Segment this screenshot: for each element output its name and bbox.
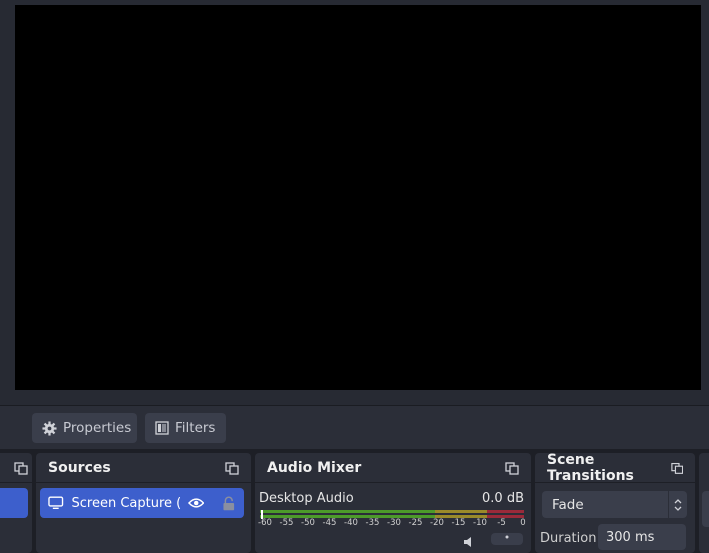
undock-icon[interactable] — [505, 461, 519, 475]
controls-button[interactable] — [702, 491, 709, 527]
sources-dock: Sources Screen Capture (Pi — [36, 453, 251, 553]
undock-icon[interactable] — [670, 461, 683, 475]
filters-label: Filters — [175, 420, 216, 436]
scenes-dock — [0, 453, 32, 553]
preview-canvas[interactable] — [15, 5, 701, 390]
transition-selected: Fade — [552, 496, 584, 513]
monitor-icon — [48, 496, 64, 510]
properties-label: Properties — [63, 420, 132, 436]
audio-mixer-title: Audio Mixer — [267, 459, 362, 476]
meter-tick-label: -5 — [497, 518, 506, 528]
meter-tick-label: -50 — [301, 518, 315, 528]
scene-transitions-title: Scene Transitions — [547, 453, 634, 484]
scene-transitions-dock: Scene Transitions Fade Duration 300 ms — [535, 453, 695, 553]
meter-tick-label: -25 — [408, 518, 423, 528]
undock-icon[interactable] — [14, 461, 28, 475]
duration-value: 300 ms — [606, 530, 655, 545]
mixer-channel-header: Desktop Audio 0.0 dB — [259, 491, 524, 506]
meter-tick-label: -55 — [279, 518, 294, 528]
meter-scale: -60 -55 -50 -45 -40 -35 -30 -25 -20 -15 -10 -5 0 — [257, 518, 526, 530]
transition-select[interactable]: Fade — [542, 491, 687, 518]
meter-tick-label: -30 — [387, 518, 401, 528]
channel-level: 0.0 dB — [482, 491, 524, 506]
duration-spinbox[interactable]: 300 ms — [598, 524, 686, 550]
filters-icon — [155, 421, 169, 435]
channel-name: Desktop Audio — [259, 491, 354, 506]
scene-list-item-selected[interactable] — [0, 488, 28, 518]
source-list-item[interactable]: Screen Capture (Pi — [40, 488, 244, 518]
source-name: Screen Capture (Pi — [71, 495, 180, 511]
meter-tick-label: -45 — [322, 518, 337, 528]
audio-mixer-dock: Audio Mixer Desktop Audio 0.0 dB -60 -55-… — [255, 453, 531, 553]
meter-tick-label: -15 — [451, 518, 466, 528]
meter-tick-label: -35 — [365, 518, 380, 528]
meter-tick-label: -40 — [344, 518, 358, 528]
meter-tick-label: -20 — [430, 518, 444, 528]
undock-icon[interactable] — [225, 461, 239, 475]
duration-label: Duration — [540, 531, 597, 546]
speaker-icon[interactable] — [463, 537, 477, 547]
source-context-bar: Properties Filters — [0, 405, 709, 449]
eye-icon[interactable] — [187, 497, 205, 509]
preview-area — [0, 0, 709, 405]
chevron-updown-icon — [668, 491, 687, 518]
more-options-icon[interactable] — [491, 533, 523, 545]
meter-tick-label: 0 — [520, 518, 526, 528]
meter-tick-label: -60 — [258, 518, 272, 528]
sources-title: Sources — [48, 459, 111, 476]
meter-tick-label: -10 — [473, 518, 487, 528]
controls-dock — [699, 453, 709, 553]
properties-button[interactable]: Properties — [32, 413, 137, 443]
gear-icon — [42, 420, 57, 436]
filters-button[interactable]: Filters — [145, 413, 226, 443]
lock-icon[interactable] — [222, 496, 236, 511]
